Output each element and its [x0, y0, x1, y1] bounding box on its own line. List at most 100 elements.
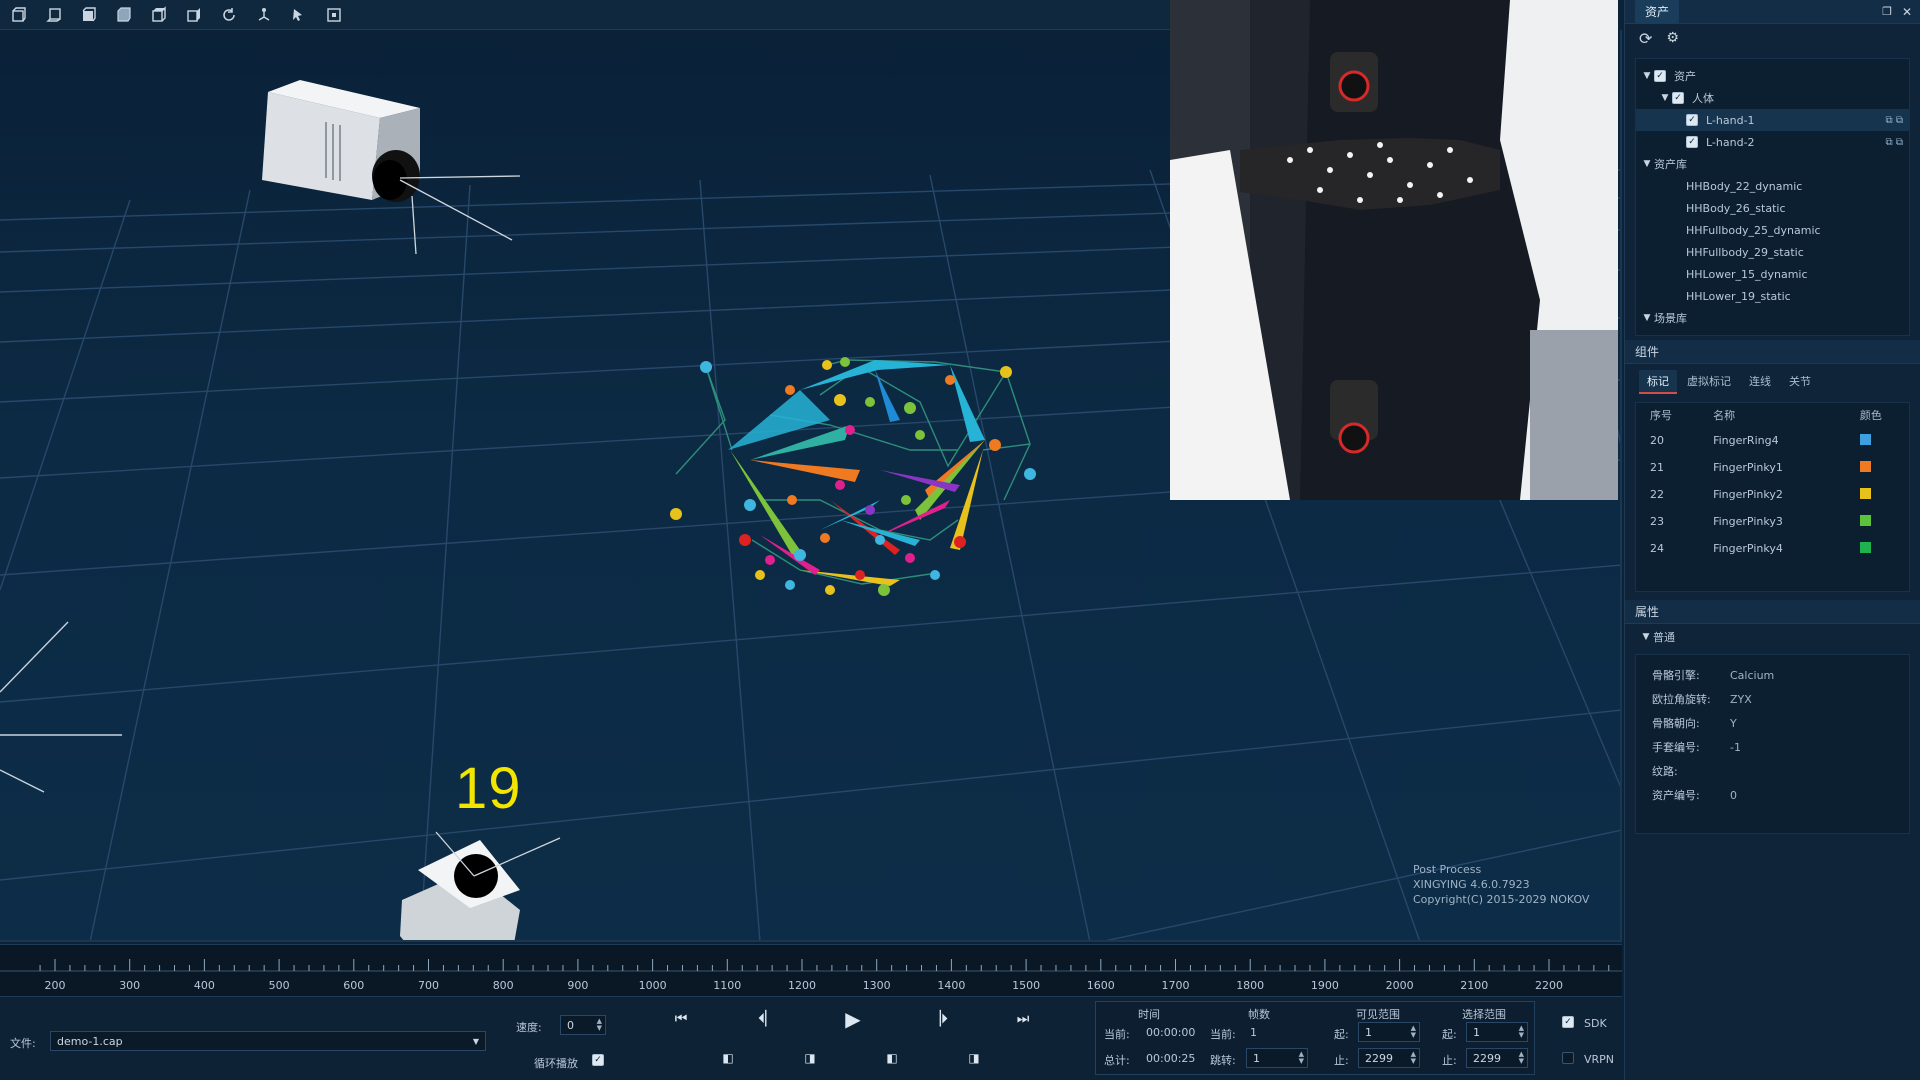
ruler-tick-label: 1100	[713, 979, 741, 992]
view-toolbar	[0, 0, 1170, 30]
skip-to-end-icon[interactable]: ⏭	[1008, 1007, 1038, 1031]
refresh-icon[interactable]: ⟳	[1639, 29, 1652, 48]
tab-links[interactable]: 连线	[1741, 370, 1779, 394]
settings-icon[interactable]: ⚙	[1666, 30, 1679, 46]
mark-in-icon[interactable]: ◧	[716, 1047, 740, 1069]
close-panel-icon[interactable]: ✕	[1902, 5, 1912, 19]
tree-body-group[interactable]: ▼ ✓ 人体	[1636, 87, 1909, 109]
vrpn-checkbox[interactable]: ✓	[1562, 1052, 1574, 1064]
select-start-input[interactable]: 1 ▲ ▼	[1466, 1022, 1528, 1042]
spinner-icon[interactable]: ▲ ▼	[1411, 1051, 1416, 1065]
expand-icon[interactable]: ▼	[1640, 313, 1654, 323]
visible-end-input[interactable]: 2299 ▲ ▼	[1358, 1048, 1420, 1068]
mark-next-icon[interactable]: ◧	[880, 1047, 904, 1069]
tab-assets[interactable]: 资产	[1635, 0, 1680, 23]
library-item[interactable]: HHBody_22_dynamic	[1636, 175, 1909, 197]
ruler-tick-label: 1000	[639, 979, 667, 992]
library-item[interactable]: HHLower_19_static	[1636, 285, 1909, 307]
view-right-icon[interactable]	[111, 4, 137, 26]
expand-icon[interactable]: ▼	[1640, 71, 1654, 81]
loop-checkbox[interactable]: ✓	[592, 1054, 604, 1066]
property-value[interactable]: ZYX	[1730, 693, 1752, 706]
table-row[interactable]: 24 FingerPinky4	[1636, 535, 1909, 562]
color-swatch[interactable]	[1859, 460, 1871, 472]
marker-color-cell[interactable]	[1846, 454, 1909, 481]
speed-input[interactable]: 0 ▲ ▼	[560, 1015, 606, 1035]
expand-icon[interactable]: ▼	[1640, 159, 1654, 169]
color-swatch[interactable]	[1859, 514, 1871, 526]
step-forward-icon[interactable]: ▕⏵	[924, 1007, 954, 1031]
spinner-icon[interactable]: ▲ ▼	[1519, 1051, 1524, 1065]
float-panel-icon[interactable]: ❐	[1882, 5, 1892, 19]
skip-to-start-icon[interactable]: ⏮	[666, 1007, 696, 1031]
library-item[interactable]: HHFullbody_29_static	[1636, 241, 1909, 263]
spinner-icon[interactable]: ▲ ▼	[597, 1018, 602, 1032]
reference-video-preview[interactable]	[1170, 0, 1618, 500]
camera-layout-icon[interactable]	[251, 4, 277, 26]
marker-color-cell[interactable]	[1846, 508, 1909, 535]
table-row[interactable]: 21 FingerPinky1	[1636, 454, 1909, 481]
sdk-checkbox[interactable]: ✓	[1562, 1016, 1574, 1028]
link-icon[interactable]: ⧉ ⧉	[1886, 137, 1903, 148]
spinner-icon[interactable]: ▲ ▼	[1411, 1025, 1416, 1039]
select-end-input[interactable]: 2299 ▲ ▼	[1466, 1048, 1528, 1068]
view-top-icon[interactable]	[146, 4, 172, 26]
mark-out-icon[interactable]: ◨	[962, 1047, 986, 1069]
tree-root[interactable]: ▼ ✓ 资产	[1636, 65, 1909, 87]
checkbox-icon[interactable]: ✓	[1686, 136, 1698, 148]
col-color[interactable]: 颜色	[1846, 403, 1909, 427]
expand-icon[interactable]: ▼	[1658, 93, 1672, 103]
jump-frame-input[interactable]: 1 ▲ ▼	[1246, 1048, 1308, 1068]
total-time: 00:00:25	[1146, 1052, 1196, 1065]
library-item[interactable]: HHFullbody_25_dynamic	[1636, 219, 1909, 241]
marker-color-cell[interactable]	[1846, 535, 1909, 562]
file-select[interactable]: demo-1.cap ▼	[50, 1031, 486, 1051]
library-item[interactable]: HHBody_26_static	[1636, 197, 1909, 219]
table-row[interactable]: 23 FingerPinky3	[1636, 508, 1909, 535]
view-front-icon[interactable]	[6, 4, 32, 26]
view-bottom-icon[interactable]	[181, 4, 207, 26]
tree-scene-group[interactable]: ▼ 场景库	[1636, 307, 1909, 329]
color-swatch[interactable]	[1859, 433, 1871, 445]
mark-prev-icon[interactable]: ◨	[798, 1047, 822, 1069]
spinner-icon[interactable]: ▲ ▼	[1519, 1025, 1524, 1039]
marker-color-cell[interactable]	[1846, 427, 1909, 454]
play-button[interactable]: ▶	[836, 1005, 870, 1033]
checkbox-icon[interactable]: ✓	[1672, 92, 1684, 104]
timeline-ruler[interactable]: 200 300 400 500 600 700 800 900 1000 1100 1200 1300…	[0, 944, 1622, 996]
visible-start-input[interactable]: 1 ▲ ▼	[1358, 1022, 1420, 1042]
spinner-icon[interactable]: ▲ ▼	[1299, 1051, 1304, 1065]
library-item[interactable]: HHLower_15_dynamic	[1636, 263, 1909, 285]
color-swatch[interactable]	[1859, 541, 1871, 553]
tree-item-l-hand-2[interactable]: ✓ L-hand-2 ⧉ ⧉	[1636, 131, 1909, 153]
table-row[interactable]: 22 FingerPinky2	[1636, 481, 1909, 508]
view-back-icon[interactable]	[41, 4, 67, 26]
focus-frame-icon[interactable]	[321, 4, 347, 26]
link-icon[interactable]: ⧉ ⧉	[1886, 115, 1903, 126]
tab-joints[interactable]: 关节	[1781, 370, 1819, 394]
cursor-select-icon[interactable]	[286, 4, 312, 26]
tree-library-group[interactable]: ▼ 资产库	[1636, 153, 1909, 175]
tree-item-l-hand-1[interactable]: ✓ L-hand-1 ⧉ ⧉	[1636, 109, 1909, 131]
property-value[interactable]: -1	[1730, 741, 1741, 754]
property-value[interactable]: Y	[1730, 717, 1737, 730]
expand-icon[interactable]: ▼	[1639, 632, 1653, 642]
col-name[interactable]: 名称	[1699, 403, 1846, 427]
view-left-icon[interactable]	[76, 4, 102, 26]
tab-virtual-markers[interactable]: 虚拟标记	[1679, 370, 1739, 394]
property-value[interactable]: 0	[1730, 789, 1737, 802]
table-row[interactable]: 20 FingerRing4	[1636, 427, 1909, 454]
sdk-label: SDK	[1584, 1017, 1607, 1030]
property-row: 手套编号: -1	[1636, 735, 1909, 759]
property-value[interactable]: Calcium	[1730, 669, 1774, 682]
properties-group[interactable]: ▼ 普通	[1625, 624, 1920, 650]
tab-markers[interactable]: 标记	[1639, 370, 1677, 394]
property-key: 骨骼朝向:	[1652, 717, 1700, 730]
checkbox-icon[interactable]: ✓	[1686, 114, 1698, 126]
marker-color-cell[interactable]	[1846, 481, 1909, 508]
step-back-icon[interactable]: ⏴▏	[752, 1007, 782, 1031]
col-id[interactable]: 序号	[1636, 403, 1699, 427]
checkbox-icon[interactable]: ✓	[1654, 70, 1666, 82]
color-swatch[interactable]	[1859, 487, 1871, 499]
refresh-view-icon[interactable]	[216, 4, 242, 26]
